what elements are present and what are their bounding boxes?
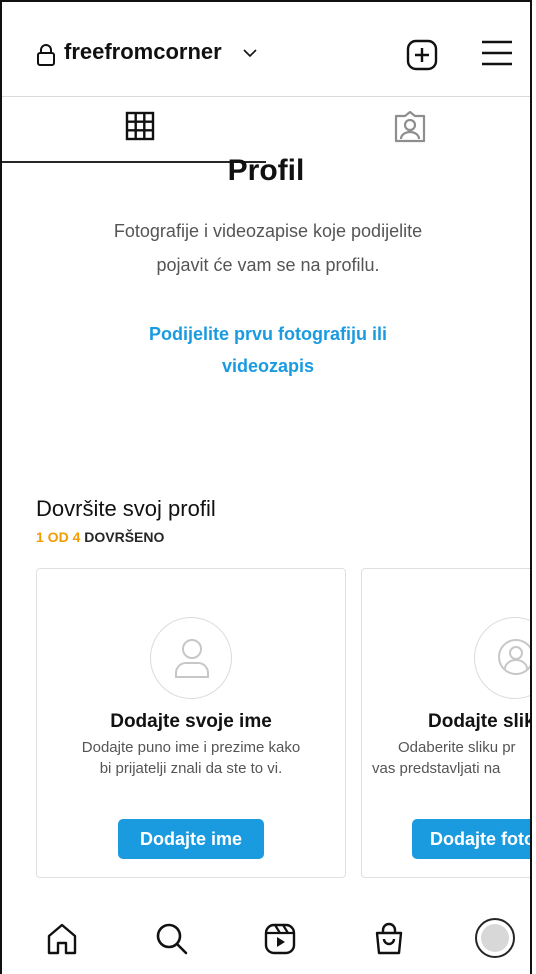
progress-label: DOVRŠENO — [84, 529, 165, 545]
card-title: Dodajte sliku — [428, 711, 530, 732]
card-description-line: Dodajte puno ime i prezime kako — [81, 739, 301, 756]
complete-profile-title: Dovršite svoj profil — [36, 496, 216, 521]
card-description: Dodajte puno ime i prezime kako bi prija… — [37, 737, 345, 779]
tagged-icon[interactable] — [392, 110, 428, 144]
profile-photo-icon — [474, 617, 530, 699]
share-first-photo-link[interactable]: Podijelite prvu fotografiju ili videozap… — [122, 318, 414, 382]
menu-icon[interactable] — [480, 38, 514, 68]
add-photo-button[interactable]: Dodajte foto — [412, 819, 530, 859]
profile-avatar[interactable] — [475, 918, 515, 958]
progress-count: 1 OD 4 — [36, 529, 81, 545]
account-username[interactable]: freefromcorner — [64, 39, 222, 65]
add-name-card: Dodajte svoje ime Dodajte puno ime i pre… — [36, 568, 346, 878]
card-description-line: vas predstavljati na — [372, 760, 501, 777]
add-photo-card: Dodajte sliku Odaberite sliku pr vas pre… — [361, 568, 530, 878]
complete-profile-progress: 1 OD 4 DOVRŠENO — [36, 529, 164, 545]
search-icon[interactable] — [155, 922, 189, 956]
user-icon — [150, 617, 232, 699]
shop-icon[interactable] — [372, 922, 406, 956]
chevron-down-icon[interactable] — [242, 47, 258, 59]
card-description-line: Odaberite sliku pr — [398, 739, 516, 756]
plus-square-icon[interactable] — [405, 38, 439, 72]
empty-state-text: Fotografije i videozapise koje podijelit… — [113, 221, 423, 275]
card-description: Odaberite sliku pr vas predstavljati na — [372, 737, 516, 779]
home-icon[interactable] — [45, 922, 79, 956]
card-description-line: bi prijatelji znali da ste to vi. — [99, 760, 283, 777]
card-title: Dodajte svoje ime — [110, 711, 272, 732]
lock-icon — [37, 44, 55, 66]
add-name-button[interactable]: Dodajte ime — [118, 819, 264, 859]
grid-icon[interactable] — [124, 111, 156, 141]
empty-state-title: Profil — [227, 154, 305, 184]
app-screen: freefromcorner Profil Fotografije i vide… — [0, 0, 532, 974]
reels-icon[interactable] — [263, 922, 297, 956]
bottom-navigation — [2, 902, 530, 974]
top-bar: freefromcorner — [2, 2, 530, 97]
